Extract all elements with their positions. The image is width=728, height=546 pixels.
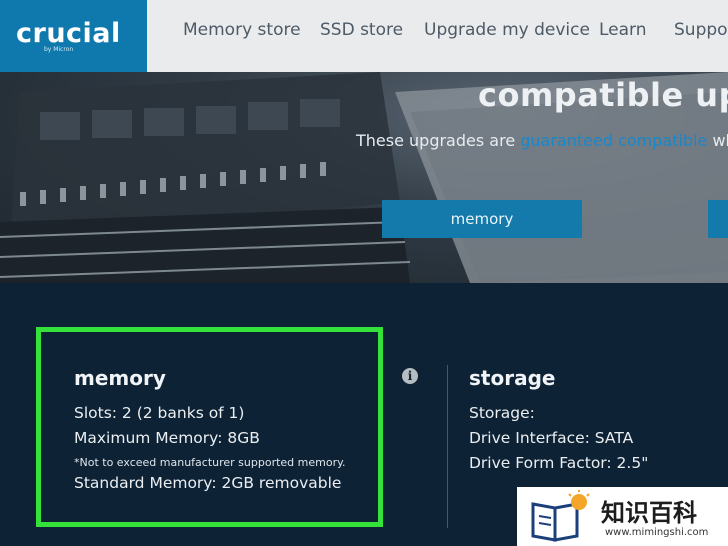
storage-button[interactable] (708, 200, 728, 238)
book-bulb-icon (531, 490, 590, 542)
nav-support[interactable]: Support (674, 20, 728, 40)
guaranteed-compatible-link[interactable]: guaranteed compatible (520, 131, 707, 150)
logo-tagline: by Micron (44, 46, 74, 53)
hero-subtitle-text: These upgrades are (356, 131, 521, 150)
storage-label: Storage: (469, 404, 535, 422)
memory-standard: Standard Memory: 2GB removable (74, 474, 342, 492)
memory-slots: Slots: 2 (2 banks of 1) (74, 404, 245, 422)
drive-interface: Drive Interface: SATA (469, 429, 634, 447)
storage-heading: storage (469, 366, 556, 390)
hero-subtitle: These upgrades are guaranteed compatible… (356, 131, 728, 150)
nav-ssd-store[interactable]: SSD store (320, 20, 403, 40)
logo-wordmark: crucial (16, 18, 121, 49)
hero-title: compatible upg (478, 76, 728, 114)
nav-upgrade-my-device[interactable]: Upgrade my device (424, 20, 590, 40)
hero-banner: compatible upg These upgrades are guaran… (0, 72, 728, 283)
hero-subtitle-tail: when (712, 131, 728, 150)
top-navigation: crucial by Micron Memory store SSD store… (0, 0, 728, 87)
memory-maximum: Maximum Memory: 8GB (74, 429, 260, 447)
watermark-url: www.mimingshi.com (605, 527, 709, 538)
memory-heading: memory (74, 366, 166, 390)
info-icon[interactable]: i (402, 368, 418, 384)
memory-note: *Not to exceed manufacturer supported me… (74, 456, 346, 469)
watermark: 知识百科 www.mimingshi.com (517, 487, 728, 546)
section-divider (447, 365, 448, 528)
memory-highlight-box (36, 327, 383, 527)
watermark-chinese-text: 知识百科 (601, 499, 697, 527)
nav-learn[interactable]: Learn (599, 20, 647, 40)
memory-button[interactable]: memory (382, 200, 582, 238)
nav-memory-store[interactable]: Memory store (183, 20, 301, 40)
drive-form-factor: Drive Form Factor: 2.5" (469, 454, 649, 472)
